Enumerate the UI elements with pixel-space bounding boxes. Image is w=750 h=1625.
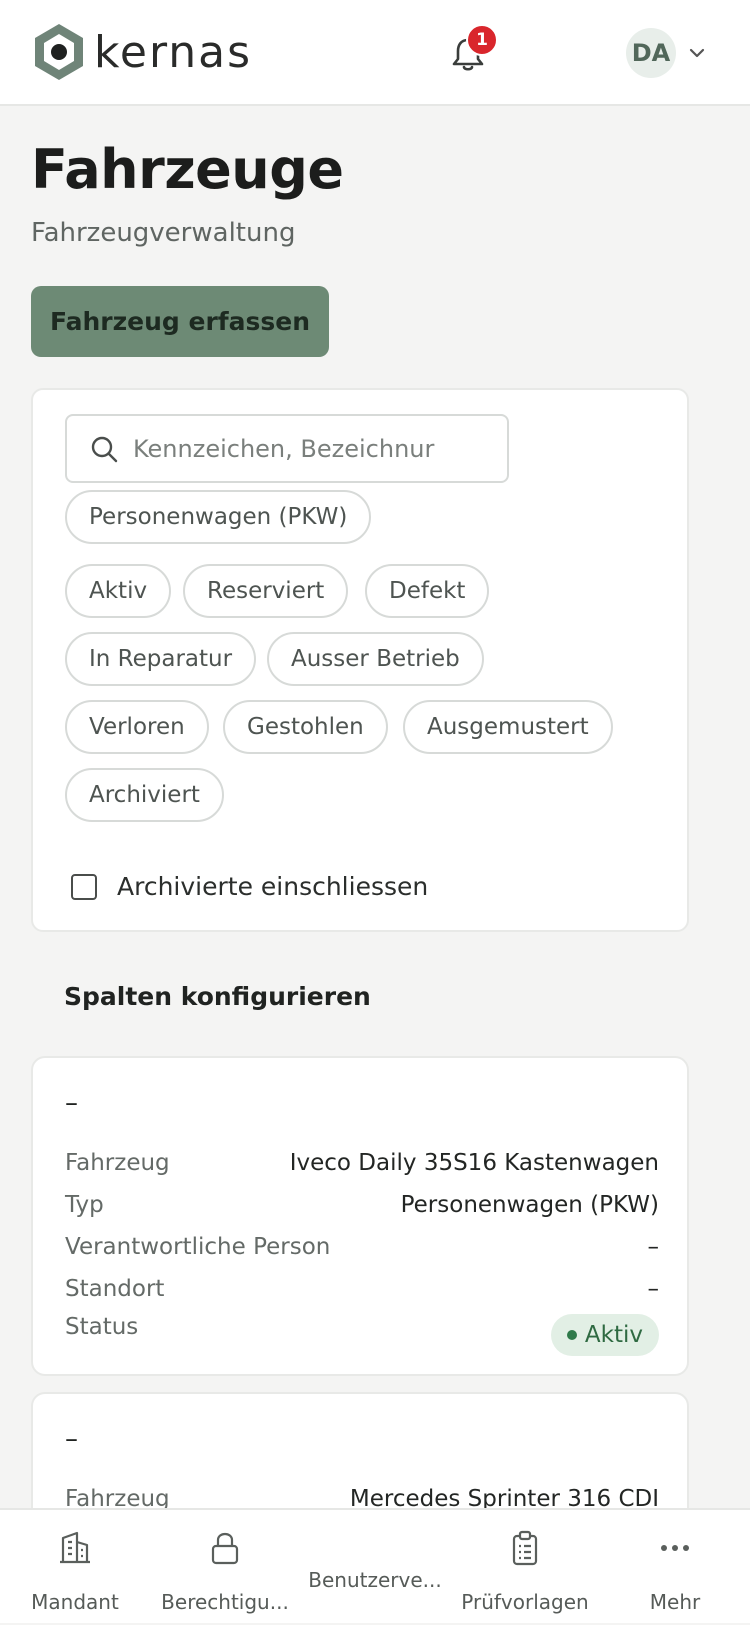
bottom-navigation: Mandant Berechtigu... Benutzerve... Prüf… — [0, 1508, 750, 1623]
nav-item-templates[interactable]: Prüfvorlagen — [450, 1510, 600, 1625]
notification-badge[interactable]: 1 — [466, 24, 498, 56]
logo-text: kernas — [94, 26, 253, 78]
detail-value: Iveco Daily 35S16 Kastenwagen — [289, 1150, 659, 1176]
detail-row-location: Standort – — [65, 1272, 659, 1306]
search-box[interactable] — [65, 414, 509, 483]
clipboard-icon — [512, 1530, 538, 1566]
detail-value: Personenwagen (PKW) — [400, 1192, 659, 1218]
detail-row-vehicle: Fahrzeug Iveco Daily 35S16 Kastenwagen — [65, 1146, 659, 1180]
include-archived-toggle[interactable]: Archivierte einschliessen — [71, 872, 428, 901]
nav-label: Prüfvorlagen — [461, 1590, 589, 1614]
nav-item-mandant[interactable]: Mandant — [0, 1510, 150, 1625]
search-icon — [91, 436, 118, 462]
nav-label: Mandant — [31, 1590, 119, 1614]
logo[interactable]: kernas — [32, 22, 252, 82]
page-subtitle: Fahrzeugverwaltung — [31, 218, 296, 248]
type-chip-pkw[interactable]: Personenwagen (PKW) — [65, 490, 372, 544]
add-vehicle-button[interactable]: Fahrzeug erfassen — [31, 286, 329, 357]
nav-label: Berechtigu... — [161, 1590, 289, 1614]
nav-item-more[interactable]: Mehr — [600, 1510, 750, 1625]
status-chip-verloren[interactable]: Verloren — [65, 700, 209, 754]
detail-label: Typ — [65, 1192, 104, 1218]
status-badge-label: Aktiv — [584, 1322, 643, 1348]
status-chip-archiviert[interactable]: Archiviert — [65, 768, 224, 822]
building-icon — [60, 1531, 90, 1564]
detail-label: Fahrzeug — [65, 1150, 170, 1176]
status-chip-defekt[interactable]: Defekt — [365, 564, 490, 618]
nav-item-permissions[interactable]: Berechtigu... — [150, 1510, 300, 1625]
avatar: DA — [626, 28, 676, 78]
vehicle-title: – — [65, 1088, 78, 1118]
detail-value: – — [647, 1276, 660, 1302]
status-chip-in-reparatur[interactable]: In Reparatur — [65, 632, 257, 686]
logo-mark-icon — [35, 24, 83, 80]
status-chip-gestohlen[interactable]: Gestohlen — [223, 700, 388, 754]
status-dot-icon — [566, 1330, 577, 1340]
nav-label: Mehr — [649, 1590, 701, 1614]
status-chip-ausser-betrieb[interactable]: Ausser Betrieb — [267, 632, 484, 686]
nav-item-users[interactable]: Benutzerve... — [300, 1510, 450, 1625]
search-input[interactable] — [133, 434, 453, 463]
vehicle-card[interactable]: – Fahrzeug Iveco Daily 35S16 Kastenwagen… — [31, 1056, 689, 1376]
detail-row-responsible-person: Verantwortliche Person – — [65, 1230, 659, 1264]
top-bar: kernas 1 DA — [0, 0, 750, 106]
chevron-down-icon — [689, 48, 705, 58]
detail-label: Status — [65, 1314, 139, 1340]
user-menu[interactable]: DA — [626, 28, 706, 78]
status-badge: Aktiv — [550, 1314, 659, 1356]
nav-label: Benutzerve... — [308, 1568, 442, 1592]
detail-label: Standort — [65, 1276, 165, 1302]
detail-row-type: Typ Personenwagen (PKW) — [65, 1188, 659, 1222]
status-chip-aktiv[interactable]: Aktiv — [65, 564, 172, 618]
detail-row-status: Status Aktiv — [65, 1314, 659, 1358]
more-icon — [661, 1545, 689, 1551]
include-archived-label: Archivierte einschliessen — [117, 872, 429, 901]
status-chip-reserviert[interactable]: Reserviert — [183, 564, 349, 618]
vehicle-title: – — [65, 1424, 78, 1454]
detail-value: – — [647, 1234, 660, 1260]
detail-label: Verantwortliche Person — [65, 1234, 331, 1260]
configure-columns-button[interactable]: Spalten konfigurieren — [64, 982, 371, 1011]
lock-icon — [211, 1532, 239, 1565]
status-chip-ausgemustert[interactable]: Ausgemustert — [403, 700, 613, 754]
page-title: Fahrzeuge — [31, 138, 344, 201]
filter-panel: Personenwagen (PKW) Aktiv Reserviert Def… — [31, 388, 689, 932]
include-archived-checkbox[interactable] — [71, 873, 97, 900]
